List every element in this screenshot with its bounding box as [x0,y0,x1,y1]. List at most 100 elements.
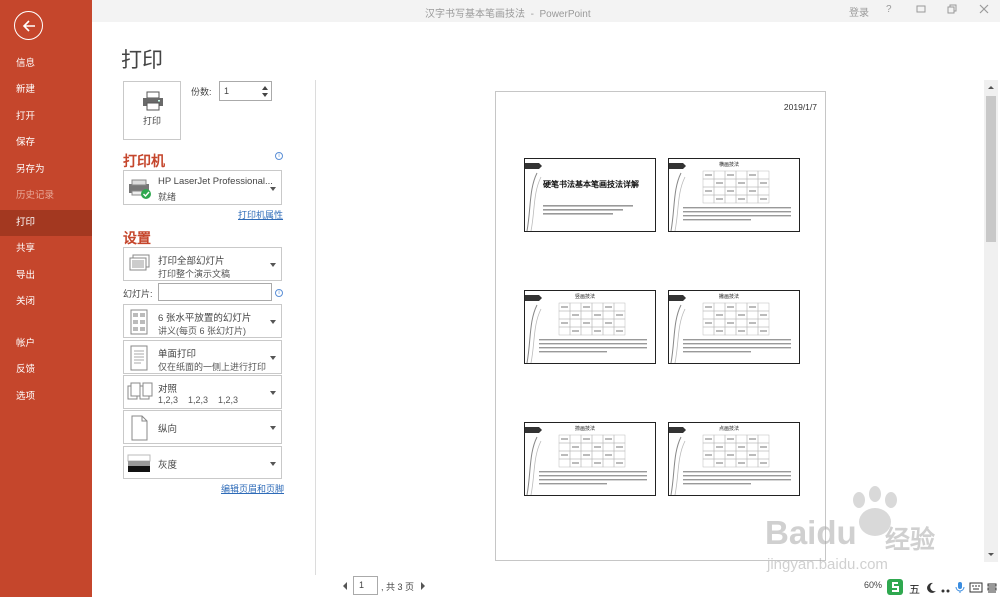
chevron-down-icon [270,391,276,395]
moon-icon[interactable] [925,582,937,594]
punctuation-icon[interactable] [940,582,952,594]
settings-icon[interactable] [986,582,998,594]
slides-stack-icon [127,252,151,278]
slide-title: 捺画技法 [575,426,596,432]
nav-history[interactable]: 历史记录 [0,183,92,209]
close-window-icon[interactable] [979,4,989,14]
ime-tray: 五 [885,578,1000,597]
copies-value: 1 [224,86,230,96]
slides-input[interactable] [158,283,272,301]
layout-title: 6 张水平放置的幻灯片 [158,313,252,324]
printer-device-icon [127,175,151,201]
nav-open[interactable]: 打开 [0,104,92,130]
nav-export[interactable]: 导出 [0,263,92,289]
help-button[interactable]: ? [886,4,892,15]
sogou-ime-icon[interactable] [886,578,904,596]
slide-thumbnail: 横画技法 [668,158,800,232]
chevron-down-icon [270,426,276,430]
print-button-label: 打印 [142,116,161,126]
portrait-icon [127,415,151,441]
orientation-dropdown[interactable]: 纵向 [123,410,282,444]
collate-title: 对照 [158,384,178,395]
watermark-brand: Baidu [765,514,857,551]
back-button[interactable] [14,11,43,40]
voice-icon[interactable] [954,581,966,593]
scrollbar-thumb[interactable] [986,96,996,242]
spin-up-icon[interactable] [262,86,268,90]
nav-info[interactable]: 信息 [0,51,92,77]
printer-dropdown[interactable]: HP LaserJet Professional... 就绪 [123,170,282,205]
layout-sub: 讲义(每页 6 张幻灯片) [158,326,247,336]
slide-title: 硬笔书法基本笔画技法详解 [543,180,639,189]
nav-new[interactable]: 新建 [0,77,92,103]
slides-label: 幻灯片: [123,289,153,299]
spin-down-icon[interactable] [262,93,268,97]
chevron-down-icon [270,320,276,324]
slide-title: 竖画技法 [575,294,596,300]
scroll-up-icon[interactable] [984,82,998,92]
backstage-sidebar: 信息 新建 打开 保存 另存为 历史记录 打印 共享 导出 关闭 帐户 反馈 选… [0,0,92,597]
sides-dropdown[interactable]: 单面打印 仅在纸面的一侧上进行打印 [123,340,282,374]
copies-label: 份数: [191,87,212,97]
document-title: 汉字书写基本笔画技法 [425,9,525,20]
print-range-dropdown[interactable]: 打印全部幻灯片 打印整个演示文稿 [123,247,282,281]
window-title: 汉字书写基本笔画技法 - PowerPoint [425,5,591,20]
printer-status: 就绪 [158,192,177,202]
nav-account[interactable]: 帐户 [0,331,92,357]
keyboard-icon[interactable] [969,582,983,594]
page-total: , 共 3 页 [381,582,415,592]
copies-input[interactable]: 1 [219,81,272,101]
zoom-level[interactable]: 60% [864,580,882,590]
slide-decoration [525,295,647,363]
printer-info-icon[interactable]: i [275,152,283,160]
restore-icon[interactable] [947,4,957,14]
backstage-window: 汉字书写基本笔画技法 - PowerPoint 登录 ? 信息 新建 打开 保存… [0,0,1000,597]
nav-print[interactable]: 打印 [0,210,92,236]
slide-decoration [525,427,647,495]
chevron-down-icon [270,263,276,267]
slide-thumbnail: 捺画技法 [524,422,656,496]
nav-save[interactable]: 保存 [0,130,92,156]
slides-info-icon[interactable]: i [275,289,283,297]
nav-share[interactable]: 共享 [0,236,92,262]
title-separator: - [530,9,534,20]
orientation-title: 纵向 [158,424,178,435]
collate-dropdown[interactable]: 对照 1,2,3 1,2,3 1,2,3 [123,375,282,409]
slide-decoration [669,163,791,231]
printer-name: HP LaserJet Professional... [158,176,273,187]
baidu-watermark: Baidu 经验 jingyan.baidu.com [765,486,1000,577]
slide-thumbnail: 竖画技法 [524,290,656,364]
printer-properties-link[interactable]: 打印机属性 [238,208,283,221]
slide-title: 点画技法 [719,426,740,432]
page-number-input[interactable]: 1 [353,576,378,595]
collate-icon [127,380,153,406]
slide-decoration [669,427,791,495]
title-bar: 汉字书写基本笔画技法 - PowerPoint 登录 ? [0,0,1000,22]
collate-sub: 1,2,3 1,2,3 1,2,3 [158,395,239,405]
page-number-value: 1 [359,580,365,590]
layout-dropdown[interactable]: 6 张水平放置的幻灯片 讲义(每页 6 张幻灯片) [123,304,282,338]
color-title: 灰度 [158,460,178,471]
signin-link[interactable]: 登录 [849,4,869,19]
next-page-icon[interactable] [419,581,427,591]
edit-header-footer-link[interactable]: 编辑页眉和页脚 [221,482,284,495]
print-range-title: 打印全部幻灯片 [158,256,225,267]
grayscale-icon [127,451,151,477]
settings-section-title: 设置 [123,230,151,246]
nav-save-as[interactable]: 另存为 [0,157,92,183]
nav-feedback[interactable]: 反馈 [0,357,92,383]
printer-section-title: 打印机 [123,153,165,169]
chevron-down-icon [270,186,276,191]
preview-date: 2019/1/7 [783,102,817,112]
ribbon-display-icon[interactable] [916,4,926,14]
watermark-url: jingyan.baidu.com [767,556,888,573]
nav-options[interactable]: 选项 [0,384,92,410]
ime-mode[interactable]: 五 [909,581,920,597]
print-button[interactable]: 打印 [123,81,181,140]
printer-icon [143,91,163,111]
chevron-down-icon [270,356,276,360]
prev-page-icon[interactable] [341,581,349,591]
slide-decoration [525,163,633,231]
nav-close[interactable]: 关闭 [0,289,92,315]
color-dropdown[interactable]: 灰度 [123,446,282,479]
